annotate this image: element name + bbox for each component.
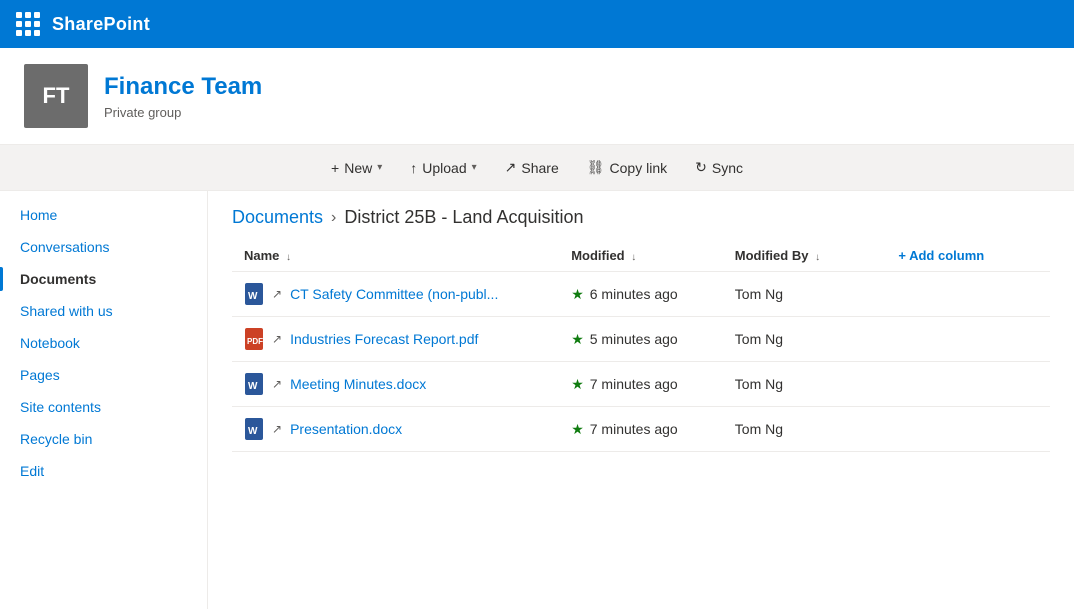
sync-icon: ↻	[695, 159, 707, 176]
sidebar-item-site-contents[interactable]: Site contents	[0, 391, 207, 423]
file-modified-by-cell: Tom Ng	[723, 407, 887, 452]
file-name-cell: PDF ↗ Industries Forecast Report.pdf	[232, 317, 559, 362]
sidebar-item-edit[interactable]: Edit	[0, 455, 207, 487]
table-row: W ↗ Presentation.docx ★ 7 minutes ago	[232, 407, 1050, 452]
file-name-cell: W ↗ Presentation.docx	[232, 407, 559, 452]
new-button[interactable]: + New ▾	[319, 154, 394, 182]
svg-text:W: W	[248, 426, 258, 437]
modified-sort-icon: ↓	[631, 252, 636, 263]
modified-star-icon: ★	[571, 286, 584, 303]
svg-text:PDF: PDF	[247, 337, 263, 346]
file-modified-cell: ★ 7 minutes ago	[559, 362, 723, 407]
svg-text:W: W	[248, 381, 258, 392]
col-header-name[interactable]: Name ↓	[232, 240, 559, 272]
svg-text:W: W	[248, 291, 258, 302]
file-name-cell: W ↗ Meeting Minutes.docx	[232, 362, 559, 407]
modified-star-icon: ★	[571, 331, 584, 348]
new-chevron-icon: ▾	[377, 162, 382, 173]
sidebar-item-documents[interactable]: Documents	[0, 263, 207, 295]
breadcrumb-current: District 25B - Land Acquisition	[344, 207, 583, 228]
upload-chevron-icon: ▾	[472, 162, 477, 173]
app-title: SharePoint	[52, 14, 150, 35]
name-sort-icon: ↓	[286, 252, 291, 263]
share-button[interactable]: ↗ Share	[493, 153, 571, 182]
site-info: Finance Team Private group	[104, 73, 262, 120]
sidebar-item-conversations[interactable]: Conversations	[0, 231, 207, 263]
file-table: Name ↓ Modified ↓ Modified By ↓ + Add co…	[232, 240, 1050, 452]
table-row: W ↗ Meeting Minutes.docx ★ 7 minutes ago	[232, 362, 1050, 407]
breadcrumb: Documents › District 25B - Land Acquisit…	[232, 191, 1050, 240]
word-file-icon: W	[244, 372, 264, 396]
sidebar-item-recycle-bin[interactable]: Recycle bin	[0, 423, 207, 455]
waffle-menu[interactable]	[16, 12, 40, 36]
modified-star-icon: ★	[571, 421, 584, 438]
upload-button[interactable]: ↑ Upload ▾	[398, 154, 488, 182]
breadcrumb-separator: ›	[331, 209, 336, 227]
word-file-icon: W	[244, 417, 264, 441]
sidebar-item-notebook[interactable]: Notebook	[0, 327, 207, 359]
breadcrumb-parent[interactable]: Documents	[232, 207, 323, 228]
file-modified-cell: ★ 6 minutes ago	[559, 272, 723, 317]
file-modified-cell: ★ 5 minutes ago	[559, 317, 723, 362]
shortcut-icon: ↗	[272, 287, 282, 301]
file-modified-by-cell: Tom Ng	[723, 317, 887, 362]
sidebar: Home Conversations Documents Shared with…	[0, 191, 208, 609]
site-avatar: FT	[24, 64, 88, 128]
shortcut-icon: ↗	[272, 422, 282, 436]
file-modified-by-cell: Tom Ng	[723, 272, 887, 317]
upload-icon: ↑	[410, 160, 417, 176]
main-content: Documents › District 25B - Land Acquisit…	[208, 191, 1074, 609]
pdf-file-icon: PDF	[244, 327, 264, 351]
table-row: PDF ↗ Industries Forecast Report.pdf ★ 5…	[232, 317, 1050, 362]
file-name-cell: W ↗ CT Safety Committee (non-publ...	[232, 272, 559, 317]
sync-button[interactable]: ↻ Sync	[683, 153, 755, 182]
file-modified-by-cell: Tom Ng	[723, 362, 887, 407]
modified-star-icon: ★	[571, 376, 584, 393]
sidebar-item-shared[interactable]: Shared with us	[0, 295, 207, 327]
copy-link-button[interactable]: ⛓ Copy link	[575, 153, 679, 182]
sidebar-item-pages[interactable]: Pages	[0, 359, 207, 391]
top-bar: SharePoint	[0, 0, 1074, 48]
site-subtitle: Private group	[104, 105, 262, 120]
share-icon: ↗	[505, 159, 517, 176]
main-layout: Home Conversations Documents Shared with…	[0, 191, 1074, 609]
sidebar-item-home[interactable]: Home	[0, 199, 207, 231]
site-title[interactable]: Finance Team	[104, 73, 262, 101]
shortcut-icon: ↗	[272, 377, 282, 391]
col-header-modified-by[interactable]: Modified By ↓	[723, 240, 887, 272]
link-icon: ⛓	[587, 159, 605, 176]
shortcut-icon: ↗	[272, 332, 282, 346]
command-bar: + New ▾ ↑ Upload ▾ ↗ Share ⛓ Copy link ↻…	[0, 145, 1074, 191]
site-header: FT Finance Team Private group	[0, 48, 1074, 145]
plus-icon: +	[331, 160, 339, 176]
col-header-modified[interactable]: Modified ↓	[559, 240, 723, 272]
modified-by-sort-icon: ↓	[815, 252, 820, 263]
table-row: W ↗ CT Safety Committee (non-publ... ★ 6…	[232, 272, 1050, 317]
add-column-header[interactable]: + Add column	[886, 240, 1050, 272]
file-modified-cell: ★ 7 minutes ago	[559, 407, 723, 452]
word-file-icon: W	[244, 282, 264, 306]
